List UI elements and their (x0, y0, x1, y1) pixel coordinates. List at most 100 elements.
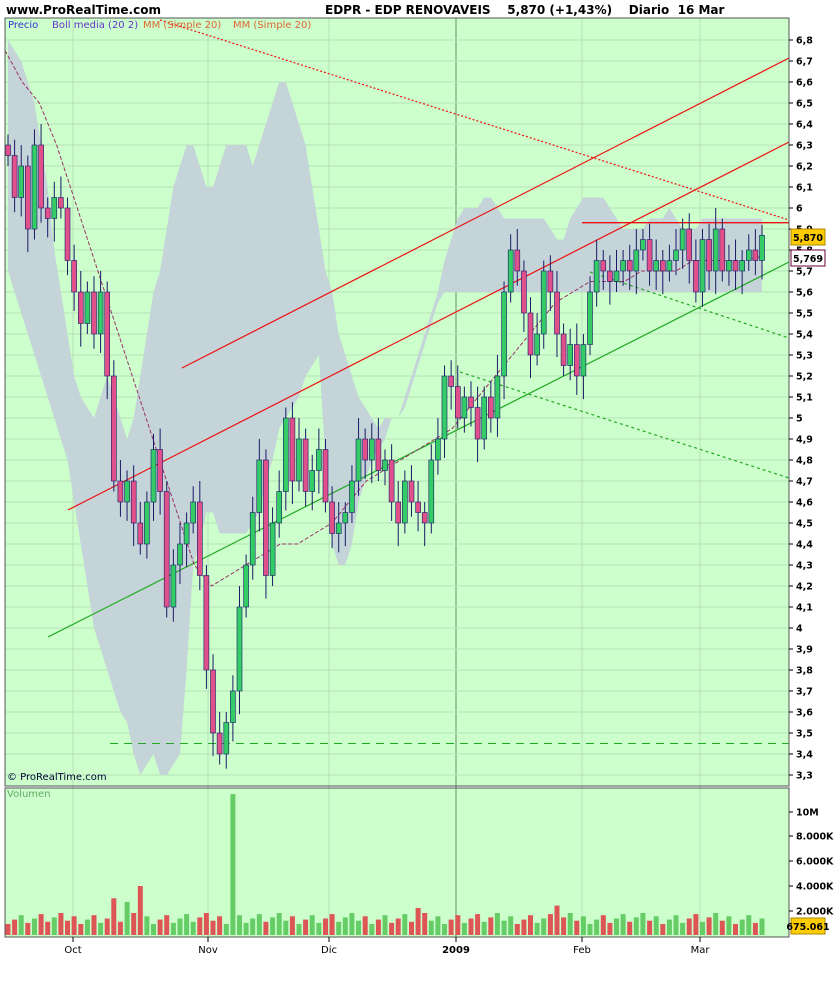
candle (580, 344, 587, 377)
y-tick-label: 4,7 (796, 477, 813, 488)
volume-bar (124, 901, 130, 935)
ma-tag: 5,769 (793, 254, 823, 265)
volume-bar (713, 913, 719, 935)
candle (673, 249, 679, 261)
volume-bar (620, 914, 626, 935)
volume-bar (614, 918, 619, 935)
x-tick-label: Oct (64, 945, 81, 956)
candle (600, 260, 607, 272)
candle (534, 333, 540, 356)
volume-bar (746, 915, 752, 935)
candle (521, 270, 527, 314)
volume-bar (481, 921, 487, 935)
candle (699, 239, 706, 293)
candle (183, 522, 190, 545)
candle (104, 291, 110, 377)
candle (435, 438, 441, 461)
legend-precio: Precio (8, 20, 39, 31)
volume-bar (686, 918, 692, 935)
candle (24, 165, 31, 230)
candle (560, 333, 567, 366)
volume-bar (276, 913, 282, 935)
candle (78, 291, 84, 324)
volume-bar (316, 922, 322, 935)
volume-bar (494, 913, 500, 935)
volume-bar (5, 924, 11, 935)
x-tick-label: Dic (321, 945, 337, 956)
volume-bar (237, 915, 242, 935)
y-tick-label: 5,3 (796, 351, 813, 362)
volume-bar (78, 924, 84, 935)
volume-bar (289, 916, 295, 935)
volume-tick-label: 6.000K (796, 857, 834, 868)
volume-bar (197, 917, 203, 935)
volume-bar (243, 922, 249, 935)
volume-axis: 10M 8.000K 6.000K 4.000K 2.000K (789, 808, 834, 918)
legend-bollinger: Boll media (20 2) (52, 20, 139, 31)
price-chart: 6,86,76,66,56,46,36,26,165,95,85,75,65,5… (4, 17, 834, 956)
y-tick-label: 5 (796, 414, 803, 425)
candle (706, 239, 712, 272)
volume-tick-label: 10M (796, 808, 819, 819)
candle (51, 197, 58, 219)
volume-bar (415, 908, 421, 935)
volume-bar (12, 919, 18, 935)
volume-bar (296, 924, 302, 935)
volume-bar (58, 913, 64, 935)
candle (190, 501, 196, 524)
y-tick-label: 4,4 (796, 540, 813, 551)
y-tick-label: 6,5 (796, 99, 813, 110)
volume-bar (184, 914, 190, 935)
volume-tick-label: 2.000K (796, 907, 834, 918)
candle (454, 386, 461, 419)
y-tick-label: 5,4 (796, 330, 813, 341)
volume-bar (514, 924, 520, 935)
volume-bar (270, 917, 276, 935)
candle (276, 491, 283, 524)
volume-bar (733, 924, 738, 935)
y-tick-label: 6,4 (796, 120, 813, 131)
candle (547, 270, 554, 293)
candle (573, 344, 580, 377)
candle (230, 690, 236, 723)
y-tick-label: 4,1 (796, 603, 813, 614)
volume-bar (263, 921, 269, 935)
candle (177, 543, 183, 566)
candle (487, 396, 494, 419)
y-tick-label: 6,3 (796, 141, 813, 152)
candle (296, 438, 302, 482)
candle (554, 291, 560, 335)
candle (540, 270, 547, 335)
volume-bar (144, 916, 150, 935)
candle (236, 606, 243, 692)
candle (752, 249, 759, 261)
y-tick-label: 4,3 (796, 561, 813, 572)
volume-bar (719, 920, 725, 935)
volume-bar (71, 916, 77, 935)
y-tick-label: 6,2 (796, 162, 813, 173)
y-tick-label: 3,4 (796, 750, 813, 761)
candle (329, 501, 335, 534)
candle (44, 207, 51, 219)
volume-bar (752, 922, 758, 935)
candle (124, 480, 130, 503)
volume-bar (217, 916, 223, 935)
y-tick-label: 6,7 (796, 57, 813, 68)
candle (401, 480, 408, 524)
volume-bar (230, 794, 236, 935)
candle (243, 564, 249, 608)
chart-stage: www.ProRealTime.com EDPR - EDP RENOVAVEI… (0, 0, 840, 1000)
volume-bar (323, 918, 328, 935)
volume-bar (561, 917, 567, 935)
volume-bar (673, 915, 679, 935)
candle (732, 260, 739, 272)
volume-bar (210, 920, 216, 935)
volume-bar (362, 916, 368, 935)
volume-bar (256, 914, 262, 935)
candle (282, 417, 289, 492)
candle (587, 291, 593, 345)
y-tick-label: 5,1 (796, 393, 813, 404)
y-tick-label: 5,2 (796, 372, 813, 383)
y-tick-label: 6,8 (796, 36, 813, 47)
volume-bar (131, 913, 137, 935)
